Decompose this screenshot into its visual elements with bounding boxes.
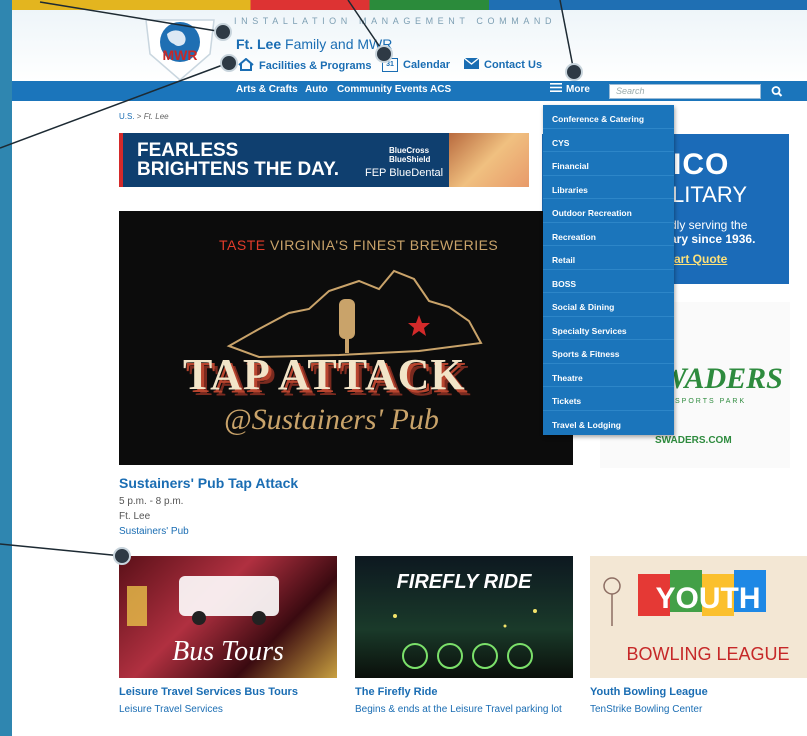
annotation-callout-marker xyxy=(113,547,131,565)
annotation-leader-lines xyxy=(0,0,575,557)
annotation-callout-marker xyxy=(565,63,583,81)
annotation-callout-marker xyxy=(220,54,238,72)
annotation-callout-marker xyxy=(375,45,393,63)
annotation-callout-marker xyxy=(214,23,232,41)
